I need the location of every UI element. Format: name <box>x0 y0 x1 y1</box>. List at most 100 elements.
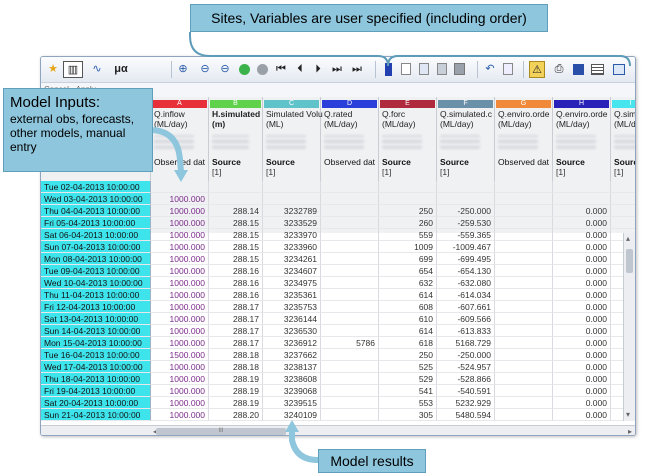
grid-cell[interactable]: 3232789 <box>263 205 321 217</box>
grid-cell[interactable] <box>495 193 553 205</box>
grid-cell[interactable] <box>321 385 379 397</box>
grid-cell[interactable]: 529 <box>379 373 437 385</box>
grid-cell[interactable] <box>437 181 495 193</box>
grid-cell[interactable]: 610 <box>379 313 437 325</box>
grid-cell[interactable]: 632 <box>379 277 437 289</box>
grid-cell[interactable]: -250.000 <box>437 205 495 217</box>
grid-cell[interactable] <box>321 181 379 193</box>
grid-cell[interactable]: 1000.000 <box>151 313 209 325</box>
grid-cell[interactable]: 608 <box>379 301 437 313</box>
grid-cell[interactable]: -524.957 <box>437 361 495 373</box>
grid-cell[interactable]: -559.365 <box>437 229 495 241</box>
scroll-up-icon[interactable]: ▴ <box>626 233 630 245</box>
grid-cell[interactable]: 0.000 <box>553 349 611 361</box>
row-date[interactable]: Fri 05-04-2013 10:00:00 <box>41 217 151 229</box>
grid-cell[interactable] <box>321 205 379 217</box>
grid-cell[interactable] <box>321 409 379 421</box>
grid-cell[interactable]: 288.18 <box>209 349 263 361</box>
grid-cell[interactable] <box>495 313 553 325</box>
grid-cell[interactable]: -613.833 <box>437 325 495 337</box>
layers-icon[interactable] <box>613 64 625 75</box>
grid-cell[interactable] <box>321 229 379 241</box>
grid-cell[interactable]: 1000.000 <box>151 241 209 253</box>
grid-cell[interactable] <box>321 349 379 361</box>
grid-cell[interactable]: 614 <box>379 325 437 337</box>
grid-cell[interactable] <box>321 241 379 253</box>
row-date[interactable]: Tue 09-04-2013 10:00:00 <box>41 265 151 277</box>
grid-cell[interactable]: 1000.000 <box>151 265 209 277</box>
grid-cell[interactable]: -609.566 <box>437 313 495 325</box>
grid-cell[interactable]: 525 <box>379 361 437 373</box>
grid-cell[interactable]: 3235753 <box>263 301 321 313</box>
grid-cell[interactable] <box>321 217 379 229</box>
grid-cell[interactable] <box>151 181 209 193</box>
grid-cell[interactable]: 3234975 <box>263 277 321 289</box>
grid-cell[interactable]: -528.866 <box>437 373 495 385</box>
grid-cell[interactable]: 654 <box>379 265 437 277</box>
clipboard-icon[interactable] <box>453 63 465 75</box>
grid-cell[interactable]: 1000.000 <box>151 277 209 289</box>
row-date[interactable]: Wed 17-04-2013 10:00:00 <box>41 361 151 373</box>
grid-cell[interactable]: 1000.000 <box>151 325 209 337</box>
grid-cell[interactable]: 288.18 <box>209 361 263 373</box>
row-date[interactable]: Mon 08-04-2013 10:00:00 <box>41 253 151 265</box>
grid-cell[interactable]: 3238137 <box>263 361 321 373</box>
grid-cell[interactable]: 3237662 <box>263 349 321 361</box>
grid-cell[interactable]: 0.000 <box>553 253 611 265</box>
vertical-scroll-thumb[interactable] <box>626 249 633 273</box>
grid-cell[interactable]: 3240109 <box>263 409 321 421</box>
grid-cell[interactable]: 1000.000 <box>151 253 209 265</box>
grid-cell[interactable]: 3233960 <box>263 241 321 253</box>
grid-cell[interactable]: 25( <box>611 205 635 217</box>
grid-cell[interactable]: 288.15 <box>209 241 263 253</box>
grid-cell[interactable]: 288.17 <box>209 325 263 337</box>
grid-cell[interactable]: 288.17 <box>209 337 263 349</box>
grid-cell[interactable] <box>209 193 263 205</box>
grid-cell[interactable]: 5786 <box>321 337 379 349</box>
grid-cell[interactable]: 1000.000 <box>151 373 209 385</box>
grid-cell[interactable]: 1000.000 <box>151 205 209 217</box>
grid-cell[interactable]: -250.000 <box>437 349 495 361</box>
grid-cell[interactable]: 0.000 <box>553 337 611 349</box>
redo-doc-icon[interactable] <box>503 63 513 75</box>
row-date[interactable]: Thu 18-04-2013 10:00:00 <box>41 373 151 385</box>
grid-cell[interactable] <box>209 181 263 193</box>
grid-cell[interactable]: 0.000 <box>553 325 611 337</box>
grid-cell[interactable]: 5168.729 <box>437 337 495 349</box>
row-date[interactable]: Tue 16-04-2013 10:00:00 <box>41 349 151 361</box>
grid-cell[interactable]: 3238608 <box>263 373 321 385</box>
grid-cell[interactable] <box>495 277 553 289</box>
grid-cell[interactable]: -259.530 <box>437 217 495 229</box>
grid-cell[interactable]: 0.000 <box>553 241 611 253</box>
grid-cell[interactable]: 3234261 <box>263 253 321 265</box>
row-date[interactable]: Sat 13-04-2013 10:00:00 <box>41 313 151 325</box>
grid-cell[interactable]: 288.17 <box>209 313 263 325</box>
grid-cell[interactable] <box>263 193 321 205</box>
grid-cell[interactable]: -699.495 <box>437 253 495 265</box>
horizontal-scrollbar[interactable]: ◂ III ▸ <box>41 425 635 435</box>
row-date[interactable]: Sun 14-04-2013 10:00:00 <box>41 325 151 337</box>
grid-cell[interactable] <box>495 229 553 241</box>
grid-cell[interactable] <box>495 337 553 349</box>
star-icon[interactable]: ★ <box>45 61 61 78</box>
grid-cell[interactable]: 288.17 <box>209 301 263 313</box>
grid-cell[interactable]: 699 <box>379 253 437 265</box>
line-chart-icon[interactable]: ∿ <box>87 61 107 78</box>
grid-cell[interactable]: 1009 <box>379 241 437 253</box>
grid-cell[interactable] <box>495 217 553 229</box>
table-icon[interactable]: ▥ <box>63 61 83 78</box>
grid-cell[interactable] <box>495 349 553 361</box>
grid-cell[interactable]: 0.000 <box>553 205 611 217</box>
grid-cell[interactable] <box>495 325 553 337</box>
zoom-fit-icon[interactable]: ⊖ <box>217 61 233 78</box>
grid-cell[interactable]: 3239515 <box>263 397 321 409</box>
grid-cell[interactable]: 288.15 <box>209 253 263 265</box>
grid-cell[interactable] <box>321 265 379 277</box>
grid-cell[interactable] <box>321 289 379 301</box>
grid-cell[interactable]: 260 <box>379 217 437 229</box>
next-page-icon[interactable]: ⏵ <box>311 61 325 78</box>
grid-cell[interactable]: 1000.000 <box>151 229 209 241</box>
mu-alpha-icon[interactable]: μα <box>111 61 131 78</box>
grid-cell[interactable]: -1009.467 <box>437 241 495 253</box>
grid-cell[interactable] <box>321 301 379 313</box>
